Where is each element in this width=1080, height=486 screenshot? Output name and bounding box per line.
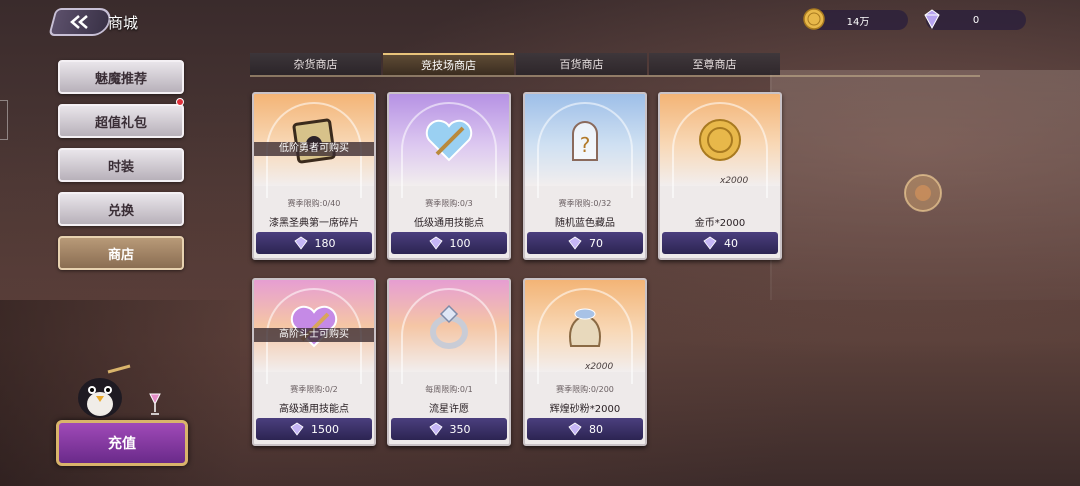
- card-banner: 低阶勇者可购买: [254, 142, 374, 156]
- scroll-fragment-icon: [292, 118, 336, 164]
- shop-item-card[interactable]: x2000 赛季限购:0/200 辉煌砂粉*2000 80: [523, 278, 647, 446]
- tab-supreme[interactable]: 至尊商店: [649, 53, 780, 75]
- card-banner: 高阶斗士可购买: [254, 328, 374, 342]
- item-name: 低级通用技能点: [414, 218, 484, 229]
- price-button[interactable]: 80: [527, 418, 643, 440]
- sidebar-item-recommend[interactable]: 魅魔推荐: [58, 60, 184, 94]
- sidebar-item-exchange[interactable]: 兑换: [58, 192, 184, 226]
- gem-amount: 0: [972, 14, 980, 26]
- sidebar-item-label: 魅魔推荐: [94, 71, 147, 87]
- gem-icon: [924, 9, 940, 30]
- quantity-label: x2000: [585, 362, 614, 372]
- purchase-limit: 赛季限购:0/32: [558, 199, 612, 208]
- gold-coin-icon: [803, 8, 825, 30]
- sidebar-item-label: 商店: [107, 247, 134, 263]
- quantity-label: x2000: [720, 176, 749, 186]
- item-name: 辉煌砂粉*2000: [549, 404, 621, 415]
- shop-tabs: 杂货商店 竞技场商店 百货商店 至尊商店: [250, 53, 980, 77]
- purchase-limit: 赛季限购:0/2: [290, 385, 338, 394]
- shop-item-card[interactable]: 低阶勇者可购买 赛季限购:0/40 漆黑圣典第一席碎片 180: [252, 92, 376, 260]
- page-title: 商城: [108, 14, 139, 32]
- gem-icon: [428, 236, 443, 250]
- tab-department[interactable]: 百货商店: [516, 53, 647, 75]
- tab-divider: [250, 75, 980, 77]
- shop-item-card[interactable]: x2000 金币*2000 40: [658, 92, 782, 260]
- item-name: 随机蓝色藏品: [555, 218, 615, 229]
- shop-item-card[interactable]: 高阶斗士可购买 赛季限购:0/2 高级通用技能点 1500: [252, 278, 376, 446]
- tab-arena[interactable]: 竞技场商店: [383, 53, 514, 75]
- tab-grocery[interactable]: 杂货商店: [250, 53, 381, 75]
- back-arrow-icon: [70, 15, 88, 29]
- price-button[interactable]: 100: [391, 232, 507, 254]
- sidebar-item-shop[interactable]: 商店: [58, 236, 184, 270]
- tab-label: 至尊商店: [692, 58, 737, 71]
- item-name: 流星许愿: [429, 404, 469, 415]
- price-button[interactable]: 40: [662, 232, 778, 254]
- purchase-limit: 赛季限购:0/3: [425, 199, 473, 208]
- gem-icon: [568, 422, 582, 436]
- price-value: 70: [589, 236, 603, 250]
- mystery-jar-icon: ?: [572, 121, 598, 161]
- gem-icon: [703, 236, 717, 250]
- item-name: 漆黑圣典第一席碎片: [269, 218, 359, 229]
- left-edge-handle[interactable]: [0, 100, 8, 140]
- item-name: 高级通用技能点: [279, 404, 349, 415]
- gem-icon: [290, 422, 304, 436]
- wall-emblem-icon: [904, 174, 942, 212]
- tab-label: 百货商店: [559, 58, 604, 71]
- diamond-ring-icon: [430, 304, 468, 349]
- sidebar-item-fashion[interactable]: 时装: [58, 148, 184, 182]
- tab-label: 杂货商店: [293, 58, 338, 71]
- back-button[interactable]: [48, 8, 114, 36]
- notification-dot: [176, 98, 184, 106]
- sidebar-item-label: 时装: [107, 159, 134, 175]
- tab-label: 竞技场商店: [421, 59, 476, 72]
- price-value: 1500: [311, 422, 339, 436]
- svg-text:?: ?: [580, 133, 591, 157]
- price-button[interactable]: 70: [527, 232, 643, 254]
- recharge-button[interactable]: 充值: [56, 420, 188, 466]
- sidebar-item-label: 超值礼包: [94, 115, 147, 131]
- item-name: 金币*2000: [694, 218, 746, 229]
- gold-amount: 14万: [846, 16, 870, 28]
- purchase-limit: 每周限购:0/1: [425, 385, 473, 394]
- price-value: 180: [314, 236, 336, 250]
- purchase-limit: 赛季限购:0/200: [556, 385, 614, 394]
- price-value: 100: [449, 236, 471, 250]
- gold-currency[interactable]: 14万: [803, 8, 908, 30]
- sidebar-item-label: 兑换: [107, 203, 134, 219]
- gem-icon: [568, 236, 582, 250]
- heart-crystal-icon: [425, 119, 473, 162]
- shop-item-card[interactable]: 每周限购:0/1 流星许愿 350: [387, 278, 511, 446]
- sidebar-item-gift-pack[interactable]: 超值礼包: [58, 104, 184, 138]
- shop-item-card[interactable]: ? 赛季限购:0/32 随机蓝色藏品 70: [523, 92, 647, 260]
- heart-crystal-pink-icon: [290, 305, 338, 348]
- gem-currency[interactable]: 0: [924, 9, 1026, 30]
- gem-icon: [428, 422, 443, 436]
- shop-item-card[interactable]: 赛季限购:0/3 低级通用技能点 100: [387, 92, 511, 260]
- penguin-mascot-icon: [78, 364, 131, 418]
- gold-coin-icon: [699, 119, 741, 161]
- gem-icon: [293, 236, 308, 250]
- price-value: 40: [724, 236, 738, 250]
- sand-bag-icon: [569, 308, 601, 347]
- price-button[interactable]: 1500: [256, 418, 372, 440]
- wine-glass-icon: [149, 393, 161, 415]
- price-value: 350: [449, 422, 471, 436]
- recharge-label: 充值: [108, 436, 136, 452]
- purchase-limit: 赛季限购:0/40: [287, 199, 341, 208]
- price-button[interactable]: 180: [256, 232, 372, 254]
- price-value: 80: [589, 422, 603, 436]
- price-button[interactable]: 350: [391, 418, 507, 440]
